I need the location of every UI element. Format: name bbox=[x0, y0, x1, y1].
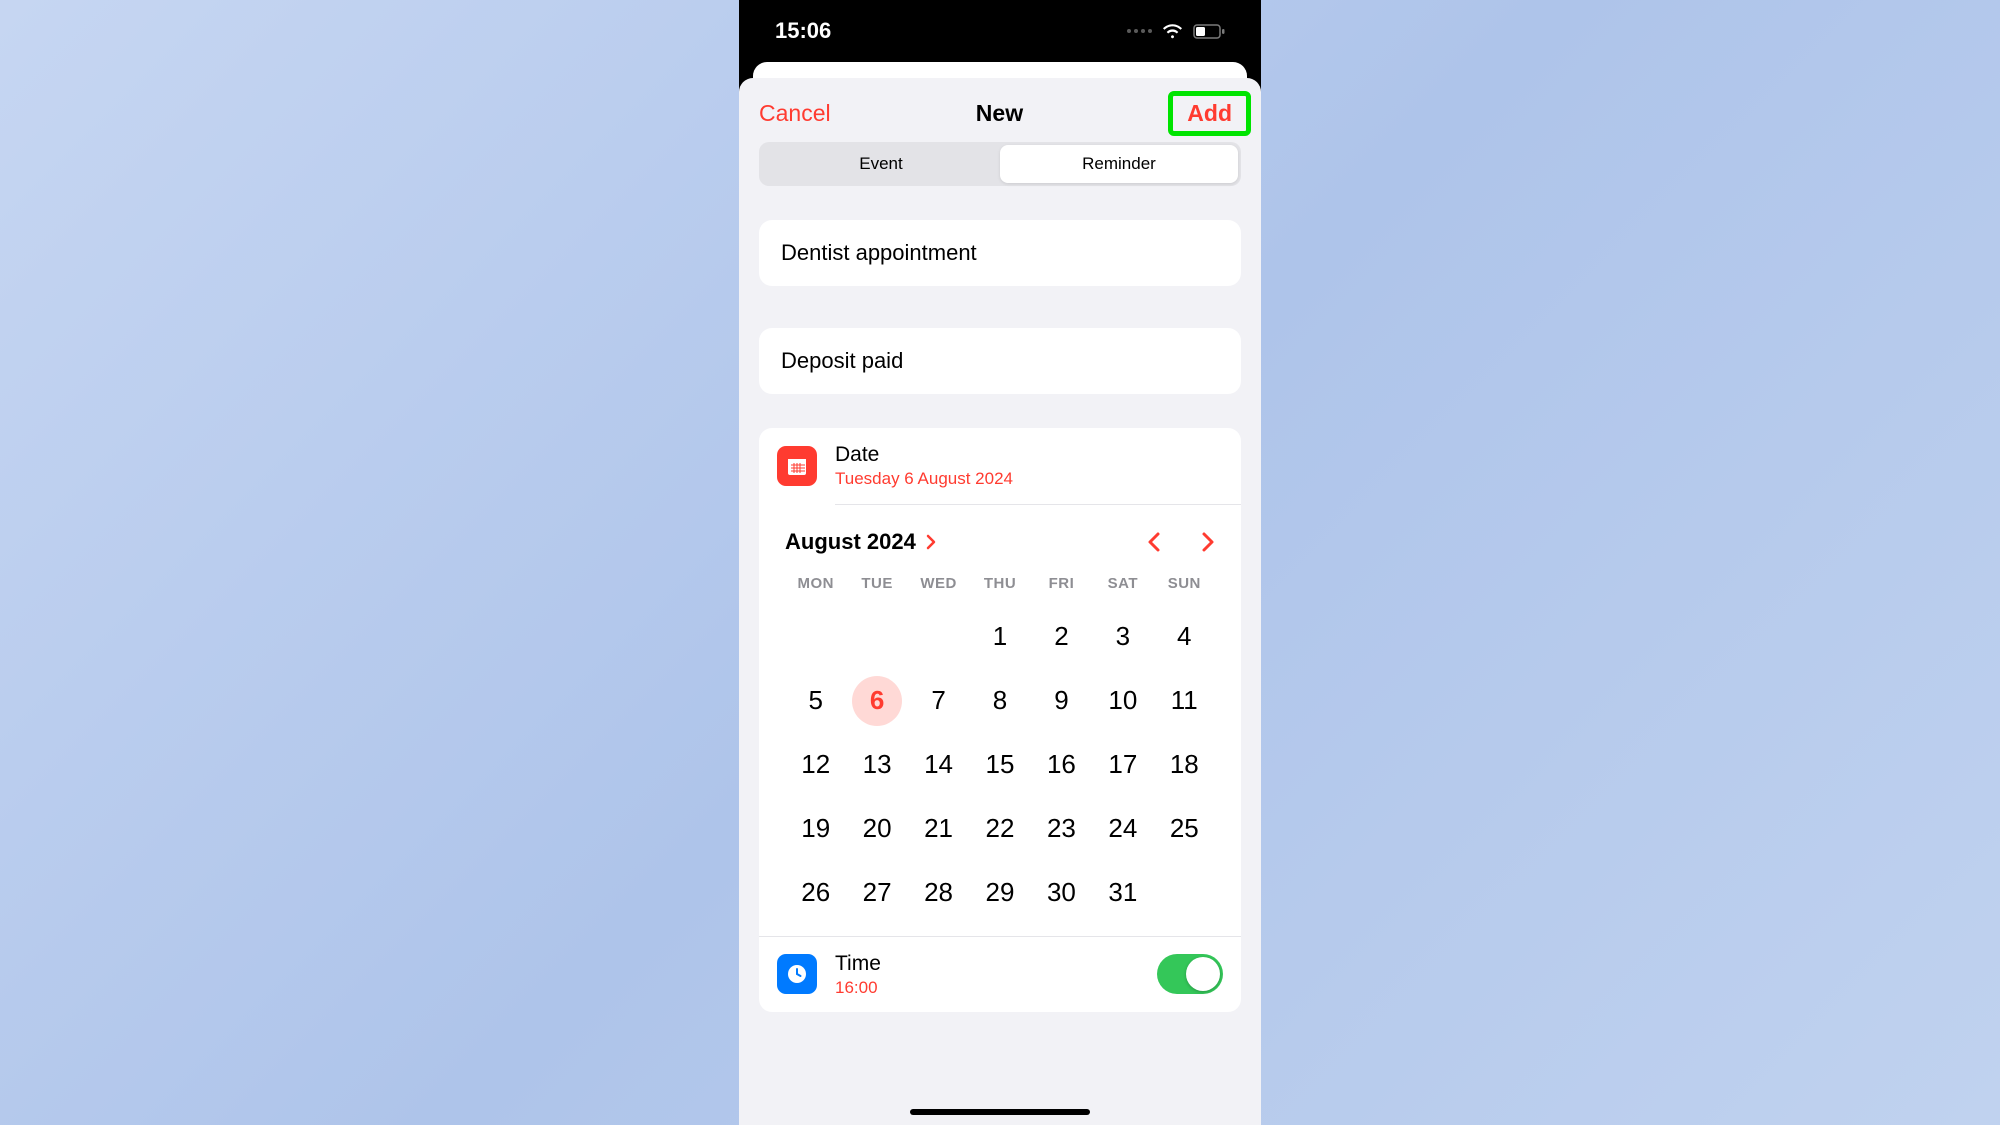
day-cell[interactable]: 15 bbox=[969, 740, 1030, 790]
home-indicator[interactable] bbox=[910, 1109, 1090, 1115]
day-cell[interactable]: 22 bbox=[969, 804, 1030, 854]
sheet-nav: Cancel New Add bbox=[759, 78, 1241, 142]
day-cell[interactable]: 19 bbox=[785, 804, 846, 854]
day-header: SUN bbox=[1154, 575, 1215, 598]
day-cell[interactable]: 12 bbox=[785, 740, 846, 790]
chevron-right-icon bbox=[926, 534, 937, 550]
time-row[interactable]: Time 16:00 bbox=[759, 937, 1241, 1013]
status-time: 15:06 bbox=[775, 18, 831, 44]
segment-event[interactable]: Event bbox=[762, 145, 1000, 183]
time-toggle[interactable] bbox=[1157, 954, 1223, 994]
day-cell[interactable]: 26 bbox=[785, 868, 846, 918]
day-header: THU bbox=[969, 575, 1030, 598]
date-row[interactable]: Date Tuesday 6 August 2024 bbox=[759, 428, 1241, 504]
day-cell[interactable]: 17 bbox=[1092, 740, 1153, 790]
day-cell[interactable]: 28 bbox=[908, 868, 969, 918]
date-time-card: Date Tuesday 6 August 2024 August 2024 bbox=[759, 428, 1241, 1012]
day-cell[interactable]: 6 bbox=[846, 676, 907, 726]
day-cell[interactable]: 25 bbox=[1154, 804, 1215, 854]
day-cell[interactable]: 7 bbox=[908, 676, 969, 726]
day-header: SAT bbox=[1092, 575, 1153, 598]
add-button-highlight: Add bbox=[1168, 91, 1251, 136]
cell-dots-icon bbox=[1127, 29, 1152, 33]
phone-frame: 15:06 Cancel New Add Event Reminder Dent… bbox=[739, 0, 1261, 1125]
segment-reminder[interactable]: Reminder bbox=[1000, 145, 1238, 183]
month-label: August 2024 bbox=[785, 529, 916, 555]
background-sheet-peek bbox=[753, 62, 1247, 78]
calendar-grid: MONTUEWEDTHUFRISATSUN1234567891011121314… bbox=[785, 575, 1215, 918]
day-cell[interactable]: 24 bbox=[1092, 804, 1153, 854]
day-cell[interactable]: 16 bbox=[1031, 740, 1092, 790]
day-empty bbox=[908, 612, 969, 662]
day-header: WED bbox=[908, 575, 969, 598]
day-cell[interactable]: 4 bbox=[1154, 612, 1215, 662]
day-cell[interactable]: 10 bbox=[1092, 676, 1153, 726]
day-cell[interactable]: 21 bbox=[908, 804, 969, 854]
day-cell[interactable]: 1 bbox=[969, 612, 1030, 662]
day-cell[interactable]: 2 bbox=[1031, 612, 1092, 662]
notes-input[interactable]: Deposit paid bbox=[759, 328, 1241, 394]
day-cell[interactable]: 27 bbox=[846, 868, 907, 918]
day-cell[interactable]: 30 bbox=[1031, 868, 1092, 918]
new-reminder-sheet: Cancel New Add Event Reminder Dentist ap… bbox=[739, 78, 1261, 1125]
day-header: TUE bbox=[846, 575, 907, 598]
battery-icon bbox=[1193, 24, 1225, 39]
status-right bbox=[1127, 24, 1225, 39]
add-button[interactable]: Add bbox=[1187, 100, 1232, 126]
title-card: Dentist appointment bbox=[759, 220, 1241, 286]
day-cell[interactable]: 29 bbox=[969, 868, 1030, 918]
type-segmented-control[interactable]: Event Reminder bbox=[759, 142, 1241, 186]
day-empty bbox=[846, 612, 907, 662]
next-month-button[interactable] bbox=[1201, 531, 1215, 553]
date-label: Date bbox=[835, 442, 1223, 467]
day-cell[interactable]: 8 bbox=[969, 676, 1030, 726]
day-cell[interactable]: 3 bbox=[1092, 612, 1153, 662]
calendar-picker: August 2024 MONTUEWEDTHUFRISATSUN1234567… bbox=[759, 505, 1241, 936]
day-header: FRI bbox=[1031, 575, 1092, 598]
prev-month-button[interactable] bbox=[1147, 531, 1161, 553]
calendar-icon bbox=[777, 446, 817, 486]
day-cell[interactable]: 11 bbox=[1154, 676, 1215, 726]
title-input[interactable]: Dentist appointment bbox=[759, 220, 1241, 286]
sheet-title: New bbox=[976, 100, 1023, 127]
day-cell[interactable]: 5 bbox=[785, 676, 846, 726]
day-cell[interactable]: 9 bbox=[1031, 676, 1092, 726]
month-selector[interactable]: August 2024 bbox=[785, 529, 937, 555]
notes-card: Deposit paid bbox=[759, 328, 1241, 394]
day-cell[interactable]: 13 bbox=[846, 740, 907, 790]
time-label: Time bbox=[835, 951, 1157, 976]
wifi-icon bbox=[1162, 24, 1183, 39]
day-empty bbox=[785, 612, 846, 662]
day-cell[interactable]: 31 bbox=[1092, 868, 1153, 918]
day-cell[interactable]: 20 bbox=[846, 804, 907, 854]
day-header: MON bbox=[785, 575, 846, 598]
cancel-button[interactable]: Cancel bbox=[759, 100, 831, 127]
day-cell[interactable]: 14 bbox=[908, 740, 969, 790]
day-cell[interactable]: 18 bbox=[1154, 740, 1215, 790]
date-value: Tuesday 6 August 2024 bbox=[835, 469, 1223, 489]
day-cell[interactable]: 23 bbox=[1031, 804, 1092, 854]
clock-icon bbox=[777, 954, 817, 994]
status-bar: 15:06 bbox=[739, 0, 1261, 62]
time-value: 16:00 bbox=[835, 978, 1157, 998]
